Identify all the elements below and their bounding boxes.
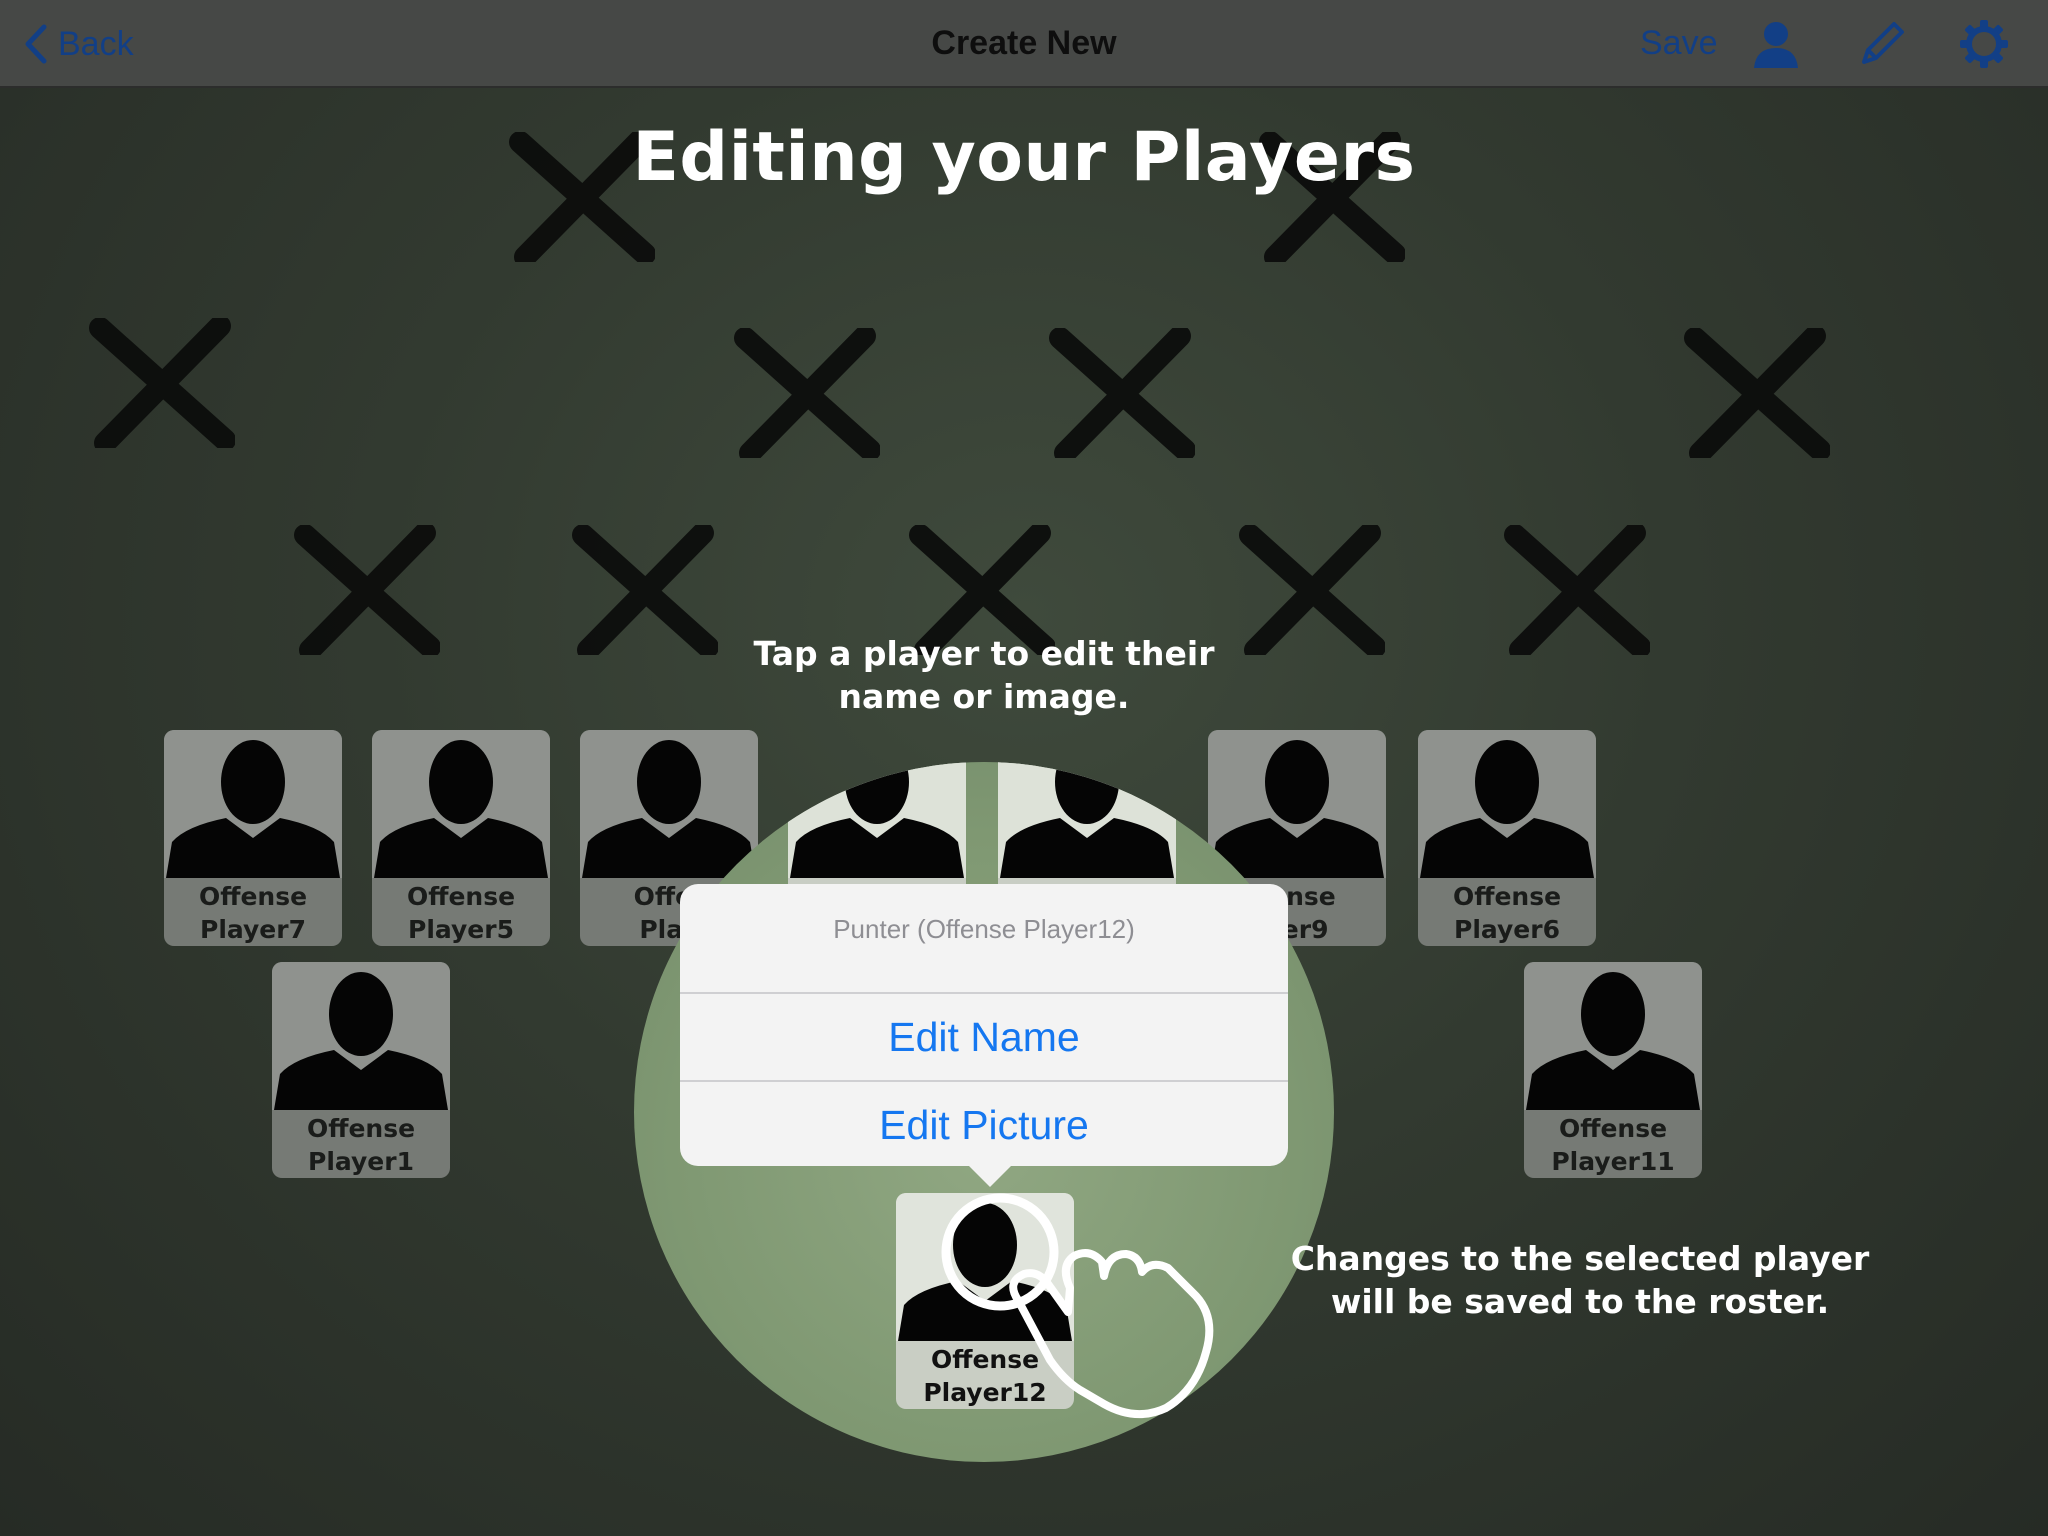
defender-x-mark — [734, 328, 880, 458]
defender-x-mark — [1049, 328, 1195, 458]
page-title: Create New — [931, 24, 1117, 62]
save-button[interactable]: Save — [1640, 24, 1718, 63]
save-hint-line: will be saved to the roster. — [1330, 1282, 1830, 1321]
back-button[interactable]: Back — [22, 18, 134, 70]
player-name: Offense Player6 — [1452, 882, 1562, 944]
player-card[interactable]: Offense Player5 — [372, 730, 550, 946]
edit-picture-button[interactable]: Edit Picture — [680, 1082, 1288, 1168]
tap-hint: Tap a player to edit their name or image… — [724, 632, 1244, 718]
player-avatar — [1418, 730, 1596, 878]
player-card[interactable]: Offense Player11 — [1524, 962, 1702, 1178]
selected-player-card[interactable]: Offense Player12 — [896, 1193, 1074, 1409]
player-name: Offense Player1 — [306, 1114, 416, 1176]
player-avatar — [164, 730, 342, 878]
player-avatar — [788, 762, 966, 878]
player-action-popover: Punter (Offense Player12) Edit Name Edit… — [680, 884, 1288, 1166]
player-avatar — [272, 962, 450, 1110]
navigation-bar: Back Create New Save — [0, 0, 2048, 88]
defender-x-mark — [89, 318, 235, 448]
player-avatar — [580, 730, 758, 878]
player-name: Offense Player5 — [406, 882, 516, 944]
popover-title: Punter (Offense Player12) — [833, 914, 1135, 944]
save-hint: Changes to the selected player will be s… — [1290, 1237, 1870, 1323]
player-name: Offense Player11 — [1551, 1114, 1675, 1176]
player-name: Offense Player7 — [198, 882, 308, 944]
save-hint-line: Changes to the selected player — [1290, 1239, 1870, 1278]
player-avatar — [1524, 962, 1702, 1110]
back-label: Back — [58, 24, 134, 63]
player-card[interactable]: Offense Player1 — [272, 962, 450, 1178]
player-card[interactable]: Offense Player7 — [164, 730, 342, 946]
defender-x-mark — [294, 525, 440, 655]
gear-icon[interactable] — [1958, 18, 2010, 70]
tap-hint-line: name or image. — [838, 677, 1130, 716]
edit-name-button[interactable]: Edit Name — [680, 994, 1288, 1080]
popover-arrow — [966, 1163, 1014, 1187]
defender-x-mark — [1239, 525, 1385, 655]
player-avatar — [998, 762, 1176, 878]
player-name: Offense Player12 — [923, 1345, 1047, 1407]
tap-hint-line: Tap a player to edit their — [753, 634, 1215, 673]
defender-x-mark — [1504, 525, 1650, 655]
chevron-left-icon — [25, 24, 47, 64]
player-card[interactable]: Offense Player6 — [1418, 730, 1596, 946]
pencil-icon[interactable] — [1856, 18, 1908, 70]
person-icon[interactable] — [1750, 18, 1802, 70]
tutorial-title: Editing your Players — [632, 118, 1416, 197]
player-avatar — [1208, 730, 1386, 878]
defender-x-mark — [1684, 328, 1830, 458]
defender-x-mark — [572, 525, 718, 655]
player-avatar — [896, 1193, 1074, 1341]
player-avatar — [372, 730, 550, 878]
